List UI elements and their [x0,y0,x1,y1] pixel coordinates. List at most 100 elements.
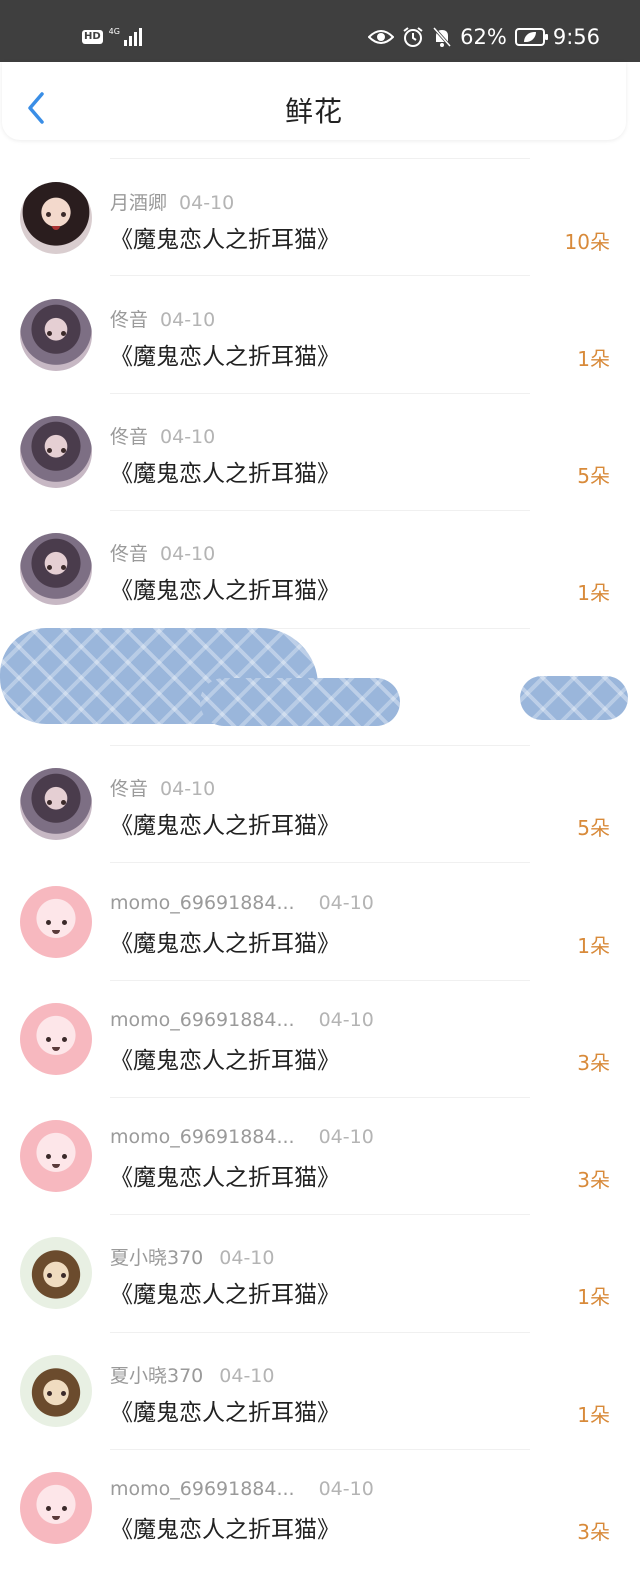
book-title[interactable]: 《魔鬼恋人之折耳猫》 [110,1041,340,1075]
divider [110,862,530,863]
avatar[interactable] [20,1472,92,1544]
sender-name[interactable]: 佟音 [110,778,148,800]
divider [110,393,530,394]
sender-name[interactable]: momo_69691884... [110,1478,295,1500]
sender-name[interactable]: momo_69691884... [110,1126,295,1148]
book-title[interactable]: 《魔鬼恋人之折耳猫》 [110,1510,340,1544]
list-item[interactable]: 佟音 04-10 《魔鬼恋人之折耳猫》 1朵 [0,513,640,630]
nav-header: 鲜花 [2,62,626,140]
divider [110,510,530,511]
book-title[interactable]: 《魔鬼恋人之折耳猫》 [110,924,340,958]
book-title[interactable]: 《魔鬼恋人之折耳猫》 [110,1158,340,1192]
sender-line: 夏小晓370 04-10 [110,1361,274,1388]
redaction-smudge [200,678,400,726]
flower-count: 5朵 [577,816,610,840]
sender-name[interactable]: 夏小晓370 [110,1247,203,1269]
hd-badge: HD [82,30,103,44]
send-date: 04-10 [160,309,216,331]
sender-line: 佟音 04-10 [110,539,215,566]
list-item[interactable]: 夏小晓370 04-10 《魔鬼恋人之折耳猫》 1朵 [0,1335,640,1452]
avatar[interactable] [20,1003,92,1075]
sender-line: 佟音 04-10 [110,305,215,332]
sender-name[interactable]: 佟音 [110,543,148,565]
clock: 9:56 [552,25,600,49]
divider [110,980,530,981]
sender-name[interactable]: momo_69691884... [110,1009,295,1031]
status-left: HD 4G [82,26,142,48]
book-title[interactable]: 《魔鬼恋人之折耳猫》 [110,1275,340,1309]
send-date: 04-10 [160,426,216,448]
flower-count: 3朵 [577,1520,610,1544]
flower-count: 1朵 [577,934,610,958]
flower-count: 1朵 [577,1285,610,1309]
avatar[interactable] [20,299,92,371]
send-date: 04-10 [179,192,235,214]
send-date: 04-10 [160,543,216,565]
list-item[interactable]: 佟音 04-10 《魔鬼恋人之折耳猫》 5朵 [0,396,640,513]
avatar[interactable] [20,886,92,958]
list-item[interactable]: 夏小晓370 04-10 《魔鬼恋人之折耳猫》 1朵 [0,1217,640,1334]
send-date: 04-10 [318,1126,374,1148]
redaction-smudge [520,676,628,720]
status-right: 62% 9:56 [368,20,600,54]
sender-name[interactable]: momo_69691884... [110,892,295,914]
divider [110,1332,530,1333]
flower-count: 1朵 [577,1403,610,1427]
divider [110,275,530,276]
sender-name[interactable]: 月酒卿 [110,192,167,214]
sender-line: 佟音 04-10 [110,774,215,801]
list-item[interactable]: momo_69691884... 04-10 《魔鬼恋人之折耳猫》 3朵 [0,1100,640,1217]
divider [110,1214,530,1215]
flower-count: 3朵 [577,1051,610,1075]
avatar[interactable] [20,182,92,254]
send-date: 04-10 [219,1365,275,1387]
book-title[interactable]: 《魔鬼恋人之折耳猫》 [110,337,340,371]
avatar[interactable] [20,533,92,605]
list-item[interactable]: momo_69691884... 04-10 《魔鬼恋人之折耳猫》 1朵 [0,866,640,983]
book-title[interactable]: 《魔鬼恋人之折耳猫》 [110,571,340,605]
book-title[interactable]: 《魔鬼恋人之折耳猫》 [110,806,340,840]
battery-percent: 62% [460,25,507,49]
sender-line: 夏小晓370 04-10 [110,1243,274,1270]
sender-line: momo_69691884... 04-10 [110,1126,374,1148]
divider [110,1449,530,1450]
book-title[interactable]: 《魔鬼恋人之折耳猫》 [110,454,340,488]
list-item[interactable]: 佟音 04-10 《魔鬼恋人之折耳猫》 1朵 [0,279,640,396]
send-date: 04-10 [219,1247,275,1269]
divider [110,745,530,746]
avatar[interactable] [20,768,92,840]
signal-icon: 4G [109,28,142,46]
list-item[interactable]: 佟音 04-10 《魔鬼恋人之折耳猫》 5朵 [0,748,640,865]
book-title[interactable]: 《魔鬼恋人之折耳猫》 [110,220,340,254]
flower-count: 3朵 [577,1168,610,1192]
bell-mute-icon [433,27,452,47]
avatar[interactable] [20,1237,92,1309]
sender-line: momo_69691884... 04-10 [110,892,374,914]
network-type: 4G [108,27,120,36]
flower-count: 1朵 [577,581,610,605]
sender-line: momo_69691884... 04-10 [110,1009,374,1031]
avatar[interactable] [20,416,92,488]
send-date: 04-10 [318,1009,374,1031]
alarm-icon [403,27,423,47]
battery-icon [514,28,548,46]
avatar[interactable] [20,1355,92,1427]
list-item[interactable]: momo_69691884... 04-10 《魔鬼恋人之折耳猫》 3朵 [0,983,640,1100]
sender-name[interactable]: 夏小晓370 [110,1365,203,1387]
avatar[interactable] [20,1120,92,1192]
send-date: 04-10 [318,1478,374,1500]
flower-count: 1朵 [577,347,610,371]
flower-count: 10朵 [564,230,610,254]
send-date: 04-10 [318,892,374,914]
send-date: 04-10 [160,778,216,800]
book-title[interactable]: 《魔鬼恋人之折耳猫》 [110,1393,340,1427]
sender-name[interactable]: 佟音 [110,309,148,331]
status-bar: HD 4G 62% 9:56 [0,0,640,62]
divider [110,1097,530,1098]
sender-name[interactable]: 佟音 [110,426,148,448]
list-item[interactable]: 月酒卿 04-10 《魔鬼恋人之折耳猫》 10朵 [0,162,640,279]
list-item[interactable]: momo_69691884... 04-10 《魔鬼恋人之折耳猫》 3朵 [0,1452,640,1569]
flower-count: 5朵 [577,464,610,488]
sender-line: 月酒卿 04-10 [110,188,234,215]
sender-line: momo_69691884... 04-10 [110,1478,374,1500]
